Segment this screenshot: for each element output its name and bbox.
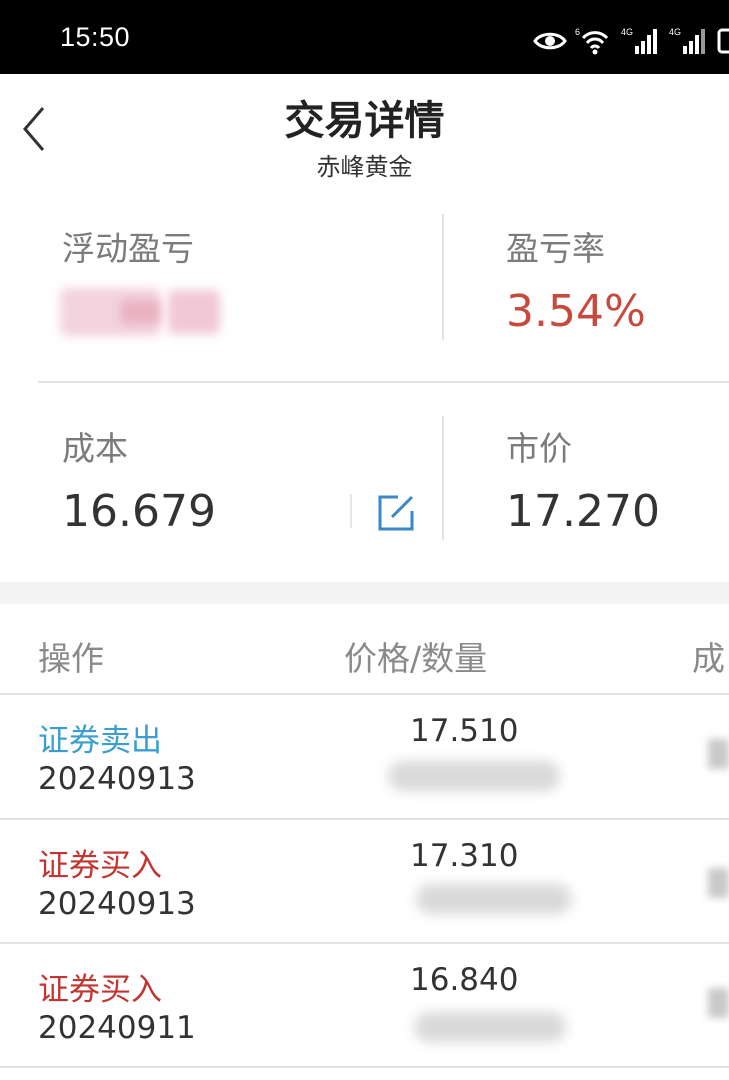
pnl-rate-value: 3.54% xyxy=(506,286,646,337)
row-action: 证券买入 xyxy=(38,848,162,884)
header-price-qty: 价格/数量 xyxy=(344,639,488,678)
row-quantity xyxy=(388,761,560,791)
table-header: 操作 价格/数量 成 xyxy=(0,604,729,694)
status-icons: 6 4G 4G xyxy=(533,24,729,58)
row-action: 证券买入 xyxy=(38,972,162,1008)
wifi-icon: 6 xyxy=(575,27,609,55)
edit-cost-button[interactable] xyxy=(374,493,418,533)
row-cost xyxy=(708,868,729,898)
table-row[interactable]: 证券买入 20240913 17.310 xyxy=(0,820,729,943)
summary-divider-top xyxy=(442,214,444,340)
row-price: 17.510 xyxy=(410,713,519,749)
pnl-rate-label: 盈亏率 xyxy=(506,229,605,268)
table-row[interactable]: 证券买入 20240911 16.840 xyxy=(0,944,729,1067)
edit-separator xyxy=(350,494,352,528)
summary-divider-middle xyxy=(38,381,729,383)
row-cost xyxy=(708,988,729,1018)
table-row[interactable]: 证券卖出 20240913 17.510 xyxy=(0,695,729,818)
signal-2-generation-label: 4G xyxy=(669,27,681,37)
row-quantity xyxy=(416,884,572,914)
row-divider xyxy=(0,1066,729,1068)
row-cost xyxy=(708,739,729,769)
header-action: 操作 xyxy=(38,639,104,678)
signal-icon-1: 4G xyxy=(621,27,657,54)
cost-value: 16.679 xyxy=(62,486,216,537)
row-date: 20240913 xyxy=(38,886,196,922)
row-action: 证券卖出 xyxy=(38,723,162,759)
row-date: 20240913 xyxy=(38,761,196,797)
row-price: 16.840 xyxy=(410,962,519,998)
row-quantity xyxy=(414,1012,566,1042)
battery-icon xyxy=(717,28,729,54)
signal-1-generation-label: 4G xyxy=(621,27,633,37)
market-price-label: 市价 xyxy=(506,429,572,468)
signal-icon-2: 4G xyxy=(669,27,705,54)
page-subtitle: 赤峰黄金 xyxy=(316,153,413,181)
cost-label: 成本 xyxy=(62,429,128,468)
row-price: 17.310 xyxy=(410,838,519,874)
eye-icon xyxy=(533,32,567,50)
floating-pnl-label: 浮动盈亏 xyxy=(62,229,194,268)
header-cost: 成 xyxy=(692,639,725,678)
section-separator xyxy=(0,582,729,604)
row-date: 20240911 xyxy=(38,1010,196,1046)
status-bar: 15:50 6 4G 4G xyxy=(0,0,729,74)
status-time: 15:50 xyxy=(60,22,131,52)
edit-icon xyxy=(378,495,414,531)
market-price-value: 17.270 xyxy=(506,486,660,537)
page-title: 交易详情 xyxy=(284,98,445,144)
summary-divider-bottom xyxy=(442,416,444,540)
wifi-generation-label: 6 xyxy=(575,27,580,37)
